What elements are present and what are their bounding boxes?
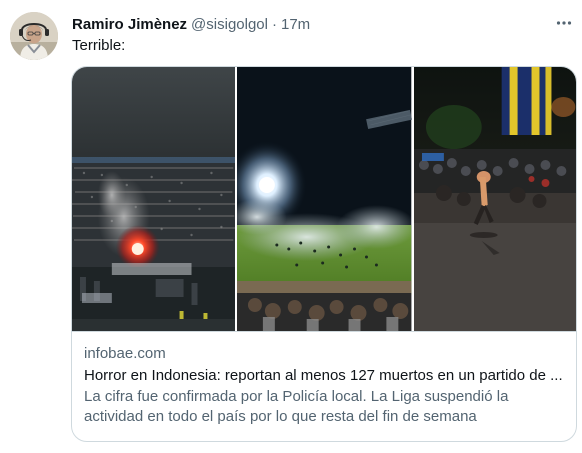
author-handle[interactable]: @sisigolgol	[191, 16, 268, 33]
avatar[interactable]	[10, 12, 58, 60]
card-description: La cifra fue confirmada por la Policía l…	[84, 388, 509, 425]
link-card[interactable]: infobae.com Horror en Indonesia: reporta…	[71, 66, 577, 442]
ellipsis-icon	[556, 21, 572, 25]
timestamp[interactable]: 17m	[281, 16, 310, 33]
card-domain: infobae.com	[84, 345, 166, 362]
avatar-photo	[10, 12, 58, 60]
card-media[interactable]	[72, 67, 576, 331]
tweet-header: Ramiro Jimènez @sisigolgol · 17m	[72, 14, 310, 34]
tweet-text: Terrible:	[72, 37, 126, 54]
stadium-pitch-chaos-photo[interactable]	[413, 67, 576, 331]
more-options-button[interactable]	[553, 12, 575, 34]
card-title: Horror en Indonesia: reportan al menos 1…	[84, 367, 563, 384]
author-name[interactable]: Ramiro Jimènez	[72, 16, 187, 33]
stadium-crowd-flare-photo[interactable]	[72, 67, 236, 331]
card-body[interactable]: infobae.com Horror en Indonesia: reporta…	[72, 331, 576, 441]
tweet[interactable]: Ramiro Jimènez @sisigolgol · 17m Terribl…	[0, 0, 582, 453]
stadium-tear-gas-photo[interactable]	[237, 67, 412, 331]
separator-dot: ·	[271, 15, 277, 33]
